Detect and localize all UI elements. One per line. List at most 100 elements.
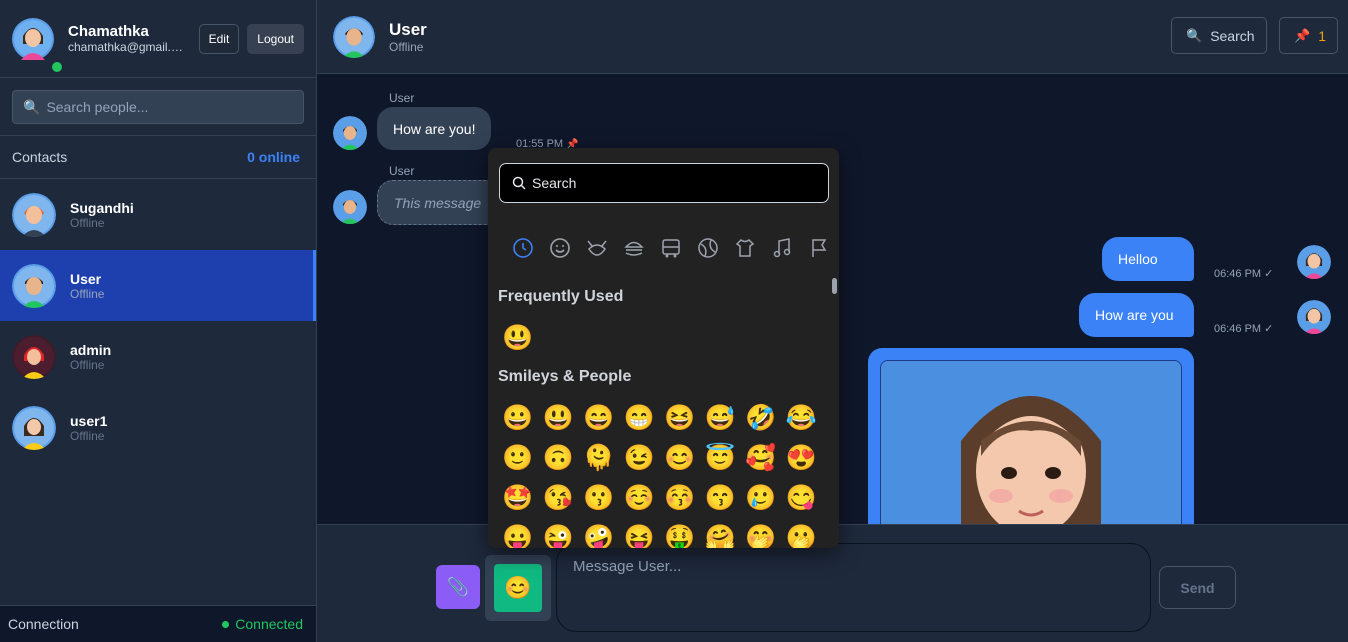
message-text: How are you xyxy=(1095,307,1174,323)
image-message[interactable] xyxy=(868,348,1194,524)
emoji-item[interactable]: 🫢 xyxy=(784,522,820,548)
recent-category-icon[interactable] xyxy=(504,236,541,260)
chat-header: User Offline 🔍 Search 📌 1 xyxy=(317,0,1348,74)
emoji-item[interactable]: 🤪 xyxy=(581,522,617,548)
emoji-item[interactable]: 😚 xyxy=(662,482,698,514)
emoji-item[interactable]: 😂 xyxy=(784,402,820,434)
message-input[interactable] xyxy=(556,543,1151,632)
connection-bar: Connection Connected xyxy=(0,605,316,642)
contact-name: User xyxy=(70,270,102,287)
contact-item-sugandhi[interactable]: Sugandhi Offline xyxy=(0,179,316,250)
emoji-item[interactable]: 😍 xyxy=(784,442,820,474)
chat-search-button[interactable]: 🔍 Search xyxy=(1171,17,1267,54)
emoji-item[interactable]: 😆 xyxy=(662,402,698,434)
emoji-category-bar xyxy=(504,236,837,260)
contact-name: admin xyxy=(70,341,112,358)
connection-status: Connected xyxy=(222,616,303,632)
emoji-item[interactable]: ☺️ xyxy=(622,482,658,514)
message-time: 06:46 PM ✓ xyxy=(1214,268,1274,280)
emoji-item[interactable]: 🤑 xyxy=(662,522,698,548)
profile-name: Chamathka xyxy=(68,23,149,40)
objects-category-icon[interactable] xyxy=(726,236,763,260)
emoji-item[interactable]: 😜 xyxy=(541,522,577,548)
flags-category-icon[interactable] xyxy=(800,236,837,260)
contact-name: user1 xyxy=(70,412,108,429)
emoji-item[interactable]: 😅 xyxy=(703,402,739,434)
emoji-item[interactable]: 😀 xyxy=(500,402,536,434)
contact-info: admin Offline xyxy=(70,342,111,372)
food-category-icon[interactable] xyxy=(615,236,652,260)
emoji-item[interactable]: 🥲 xyxy=(743,482,779,514)
emoji-item[interactable]: 🥰 xyxy=(743,442,779,474)
message-bubble[interactable]: How are you xyxy=(1079,293,1194,337)
message-sender: User xyxy=(389,164,415,178)
pin-count: 1 xyxy=(1318,27,1326,44)
emoji-item[interactable]: 🙃 xyxy=(541,442,577,474)
people-search-box[interactable]: 🔍 xyxy=(12,90,304,124)
avatar[interactable] xyxy=(12,17,64,74)
emoji-item[interactable]: 😁 xyxy=(622,402,658,434)
emoji-item[interactable]: 😊 xyxy=(662,442,698,474)
send-button[interactable]: Send xyxy=(1159,566,1236,609)
emoji-item[interactable]: 🤭 xyxy=(743,522,779,548)
contact-status: Offline xyxy=(70,215,105,230)
smiley-icon: 😊 xyxy=(504,575,532,600)
emoji-item[interactable]: 😃 xyxy=(500,322,536,354)
contact-status: Offline xyxy=(70,286,105,301)
emoji-button-wrapper: 😊 xyxy=(485,555,551,621)
emoji-item[interactable]: 😛 xyxy=(500,522,536,548)
message-bubble[interactable]: Helloo xyxy=(1102,237,1194,281)
emoji-item[interactable]: 😋 xyxy=(784,482,820,514)
contact-item-admin[interactable]: admin Offline xyxy=(0,321,316,392)
message-text: How are you! xyxy=(393,120,476,137)
contact-item-user1[interactable]: user1 Offline xyxy=(0,392,316,463)
pinned-messages-button[interactable]: 📌 1 xyxy=(1279,17,1338,54)
connected-dot-icon xyxy=(222,620,230,628)
emoji-item[interactable]: 🤣 xyxy=(743,402,779,434)
frequently-used-heading: Frequently Used xyxy=(498,288,624,305)
smileys-category-icon[interactable] xyxy=(541,236,578,260)
emoji-item[interactable]: 😇 xyxy=(703,442,739,474)
shared-image[interactable] xyxy=(880,360,1182,524)
people-search-input[interactable] xyxy=(46,99,277,115)
emoji-item[interactable]: 🙂 xyxy=(500,442,536,474)
contacts-header: Contacts 0 online xyxy=(0,136,316,179)
chat-contact-status: Offline xyxy=(389,39,424,54)
online-status-dot xyxy=(50,59,64,74)
pin-icon: 📌 xyxy=(1294,27,1311,43)
search-icon: 🔍 xyxy=(23,98,41,115)
emoji-item[interactable]: 😄 xyxy=(581,402,617,434)
message-avatar xyxy=(333,116,367,150)
emoji-search-box[interactable] xyxy=(499,163,829,203)
activities-category-icon[interactable] xyxy=(689,236,726,260)
message-text: This message xyxy=(394,194,482,211)
emoji-item[interactable]: 😉 xyxy=(622,442,658,474)
emoji-search-input[interactable] xyxy=(532,175,812,191)
emoji-item[interactable]: 😃 xyxy=(541,402,577,434)
music-category-icon[interactable] xyxy=(763,236,800,260)
emoji-item[interactable]: 🤩 xyxy=(500,482,536,514)
emoji-picker-scrollbar[interactable] xyxy=(832,278,837,294)
frequently-used-grid: 😃 xyxy=(500,322,824,354)
attach-button[interactable]: 📎 xyxy=(436,565,480,609)
emoji-item[interactable]: 🤗 xyxy=(703,522,739,548)
contact-name: Sugandhi xyxy=(70,199,134,216)
animals-category-icon[interactable] xyxy=(578,236,615,260)
contact-info: user1 Offline xyxy=(70,413,107,443)
contact-info: Sugandhi Offline xyxy=(70,200,134,230)
message-bubble[interactable]: How are you! xyxy=(377,107,492,150)
emoji-item[interactable]: 😘 xyxy=(541,482,577,514)
emoji-item[interactable]: 😝 xyxy=(622,522,658,548)
edit-profile-button[interactable]: Edit xyxy=(198,23,240,54)
contact-item-user[interactable]: User Offline xyxy=(0,250,316,321)
sidebar: Chamathka chamathka@gmail.com Edit Logou… xyxy=(0,0,317,642)
avatar xyxy=(12,192,56,237)
emoji-item[interactable]: 😗 xyxy=(581,482,617,514)
online-count: 0 online xyxy=(247,149,300,165)
emoji-item[interactable]: 😙 xyxy=(703,482,739,514)
emoji-item[interactable]: 🫠 xyxy=(581,442,617,474)
travel-category-icon[interactable] xyxy=(652,236,689,260)
logout-button[interactable]: Logout xyxy=(247,23,304,54)
people-search-area: 🔍 xyxy=(0,78,316,136)
emoji-button[interactable]: 😊 xyxy=(494,564,542,612)
